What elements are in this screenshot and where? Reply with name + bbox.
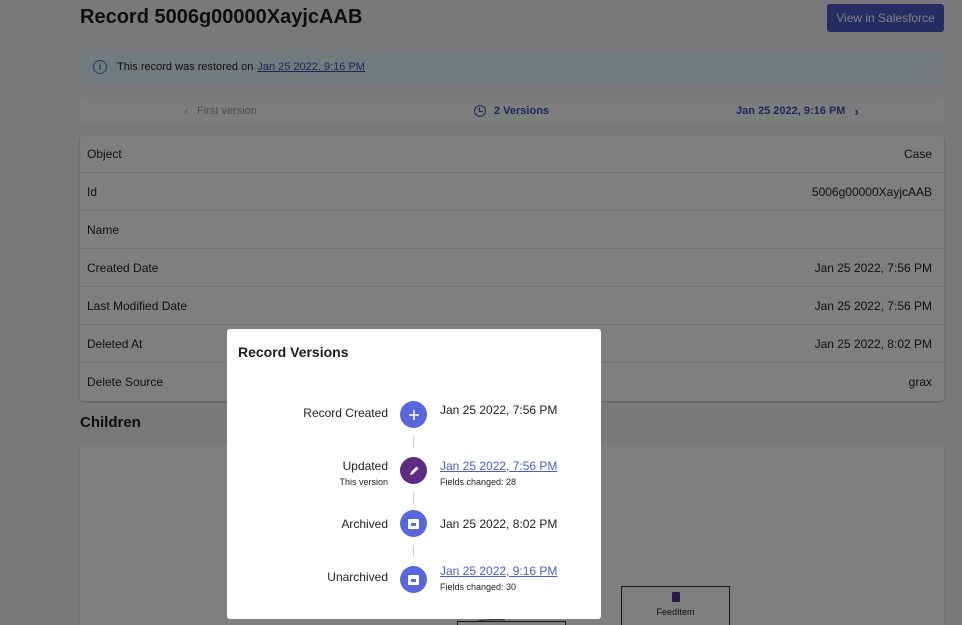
record-versions-modal: Record Versions Record Created Jan 25 20… [227,329,601,619]
event-label: Record Created [303,406,388,420]
event-label: Archived [341,517,388,531]
event-date: Jan 25 2022, 8:02 PM [440,517,558,531]
event-date-link[interactable]: Jan 25 2022, 7:56 PM [440,459,557,473]
modal-title: Record Versions [238,344,349,360]
event-date-link[interactable]: Jan 25 2022, 9:16 PM [440,564,557,578]
unarchive-icon [400,566,427,593]
event-date: Jan 25 2022, 7:56 PM [440,403,558,417]
timeline-connector [413,492,414,504]
archive-icon [400,510,427,537]
timeline-connector [413,545,414,557]
timeline-connector [413,436,414,448]
event-sub: This version [339,477,388,487]
event-label: Unarchived [327,570,388,584]
event-meta: Fields changed: 28 [440,477,517,487]
event-meta: Fields changed: 30 [440,582,517,592]
pencil-icon [400,457,427,484]
plus-icon [400,401,427,428]
event-label: Updated [342,459,388,473]
